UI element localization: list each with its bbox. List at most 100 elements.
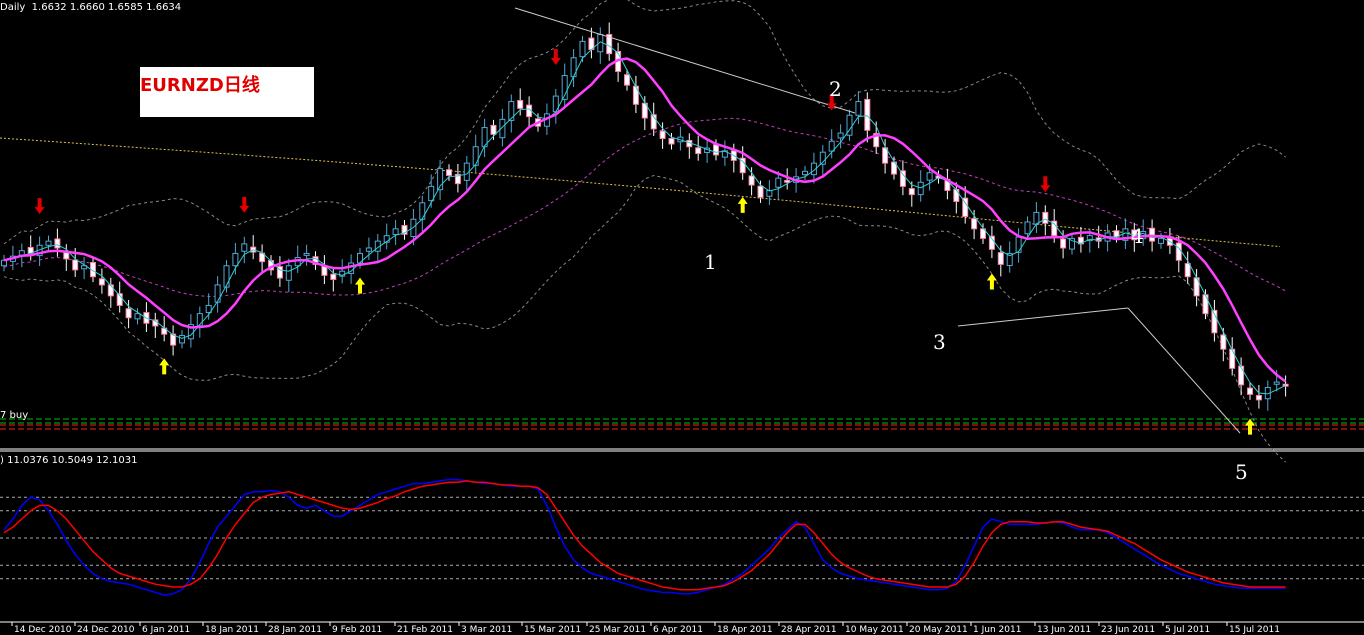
candle-body [1220,334,1227,350]
candle-body [659,130,666,140]
candle-body [775,177,782,188]
candle-body [1255,394,1262,401]
candle-body [1273,381,1280,385]
x-tick-label: 6 Apr 2011 [653,625,703,635]
candle-body [365,247,372,252]
candle-body [802,170,808,176]
x-tick-label: 14 Dec 2010 [14,625,72,635]
candle-body [134,313,141,320]
candle-body [971,218,978,230]
buy-arrow-icon [986,273,997,290]
candle-body [45,240,52,246]
candle-body [419,202,426,220]
candle-body [1229,348,1236,369]
candle-body [926,172,933,181]
candle-body [179,335,185,344]
sell-arrow-icon [1040,176,1051,193]
mid-ma-line [3,117,1286,298]
x-tick-label: 25 Mar 2011 [589,625,647,635]
candle-body [784,179,791,183]
candle-body [632,85,639,105]
buy-arrow-icon [355,277,365,294]
candle-body [908,188,915,196]
x-tick-label: 23 Jun 2011 [1101,625,1156,635]
sell-arrow-icon [550,49,561,66]
wave-label-5: 5 [1235,460,1248,484]
candle-body [1149,227,1156,242]
candle-body [748,175,755,186]
x-tick-label: 21 Feb 2011 [397,625,454,635]
candle-body [917,181,924,196]
candle-body [1175,242,1182,261]
indicator-header: ) 11.0376 10.5049 12.1031 [0,455,138,466]
candle-body [285,265,292,281]
sell-arrow-icon [239,196,250,213]
candle-body [508,101,515,121]
candle-body [303,252,310,256]
candle-body [899,170,906,187]
candle-body [624,74,630,86]
x-tick-label: 18 Apr 2011 [717,625,773,635]
candle-body [713,144,719,156]
long-ma-line [0,137,1281,248]
candle-body [864,98,871,131]
x-tick-label: 3 Mar 2011 [461,625,513,635]
x-tick-label: 9 Feb 2011 [332,625,383,635]
candle-body [837,132,844,139]
trend-line [957,307,1129,327]
candle-body [757,185,764,198]
x-tick-label: 20 May 2011 [909,625,968,635]
candle-body [953,188,960,202]
x-tick-label: 15 Mar 2011 [524,625,582,635]
candle-body [125,308,132,319]
candle-body [232,252,239,267]
candle-body [997,252,1004,265]
x-tick-label: 1 Jun 2011 [973,625,1022,635]
buy-arrow-icon [159,358,170,375]
x-tick-label: 28 Jan 2011 [268,625,322,635]
trend-line [1127,307,1241,434]
candle-body [855,101,862,116]
candle-body [517,99,524,109]
candle-body [1184,263,1191,278]
buy-level-label: 7 buy [0,410,29,421]
candle-body [1042,211,1049,224]
candle-body [446,169,452,176]
candle-body [214,284,221,303]
candle-body [579,40,586,58]
buy-arrow-icon [737,196,748,213]
buy-arrow-icon [1245,418,1255,435]
candle-body [1024,221,1031,235]
candle-body [54,238,61,249]
candle-body [107,284,114,297]
candle-body [472,146,479,166]
candle-body [72,259,79,271]
x-tick-label: 15 Jul 2011 [1229,625,1280,635]
candle-body [1060,238,1067,249]
x-tick-label: 18 Jan 2011 [205,625,259,635]
wave-label-2: 2 [829,77,842,101]
candle-body [98,278,105,286]
wave-label-4: 4 [1131,224,1144,248]
candle-body [1238,365,1245,386]
x-tick-label: 5 Jul 2011 [1165,625,1211,635]
candle-body [1015,236,1022,253]
candle-body [695,147,702,155]
candle-body [241,243,248,252]
x-tick-label: 24 Dec 2010 [77,625,135,635]
candle-body [1247,387,1253,395]
x-tick-label: 6 Jan 2011 [142,625,191,635]
sell-arrow-icon [34,198,45,215]
candle-body [1202,294,1209,315]
candle-body [392,228,399,236]
candle-body [668,138,675,145]
wave-label-1: 1 [704,250,717,274]
x-tick-label: 13 Jun 2011 [1037,625,1092,635]
chart-window[interactable]: Daily 1.6632 1.6660 1.6585 1.6634 EURNZD… [0,0,1364,635]
candle-body [1158,237,1164,244]
candle-body [223,265,230,288]
x-tick-label: 28 Apr 2011 [781,625,837,635]
x-tick-label: 10 May 2011 [845,625,904,635]
chart-title-box: EURNZD日线 [140,67,314,117]
candle-body [330,273,337,280]
